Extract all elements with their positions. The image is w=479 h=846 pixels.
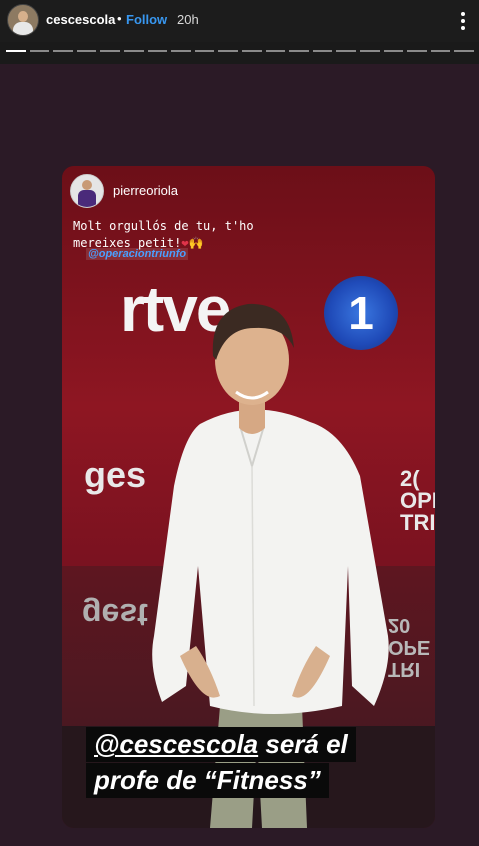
story-header: cescescola • Follow 20h	[0, 0, 479, 42]
repost-avatar-jersey	[78, 190, 96, 207]
progress-segment	[194, 50, 215, 52]
progress-segment	[383, 50, 404, 52]
repost-caption-text: Molt orgullós de tu, t'ho mereixes petit…	[73, 219, 254, 250]
progress-segment	[171, 50, 191, 52]
progress-segment	[53, 50, 73, 52]
progress-segment	[336, 50, 356, 52]
progress-segment	[76, 50, 97, 52]
progress-segment	[242, 50, 262, 52]
operaciontriunfo-mention[interactable]: @operaciontriunfo	[86, 248, 189, 260]
sticker-line-1: @cescescola será el	[86, 727, 356, 762]
repost-avatar-face	[82, 180, 92, 190]
username-link[interactable]: cescescola	[46, 12, 115, 27]
progress-segment	[430, 50, 451, 52]
separator-dot: •	[117, 11, 122, 26]
sticker-line-2: profe de “Fitness”	[86, 763, 329, 798]
progress-segment	[360, 50, 380, 52]
follow-button[interactable]: Follow	[126, 12, 167, 27]
profile-avatar[interactable]	[7, 4, 39, 36]
progress-segment	[312, 50, 333, 52]
progress-segment	[29, 50, 50, 52]
story-progress-bar	[6, 50, 474, 52]
post-time: 20h	[177, 12, 199, 27]
repost-caption: Molt orgullós de tu, t'ho mereixes petit…	[73, 218, 283, 252]
progress-segment	[100, 50, 120, 52]
cescescola-mention[interactable]: @cescescola	[94, 729, 258, 759]
avatar-face	[18, 11, 28, 22]
progress-segment	[265, 50, 286, 52]
progress-segment	[454, 50, 474, 52]
repost-avatar[interactable]	[70, 174, 104, 208]
progress-segment	[124, 50, 144, 52]
progress-segment	[218, 50, 238, 52]
progress-segment	[289, 50, 309, 52]
progress-segment	[6, 50, 26, 52]
repost-username[interactable]: pierreoriola	[113, 183, 178, 198]
background-text-right: 2( OPE TRI	[400, 466, 435, 535]
more-dot	[461, 26, 465, 30]
more-dot	[461, 19, 465, 23]
more-dot	[461, 12, 465, 16]
avatar-shirt	[13, 22, 33, 35]
more-options-icon[interactable]	[456, 10, 470, 32]
progress-segment	[407, 50, 427, 52]
progress-segment	[147, 50, 168, 52]
sticker-line-1-text: será el	[258, 729, 348, 759]
